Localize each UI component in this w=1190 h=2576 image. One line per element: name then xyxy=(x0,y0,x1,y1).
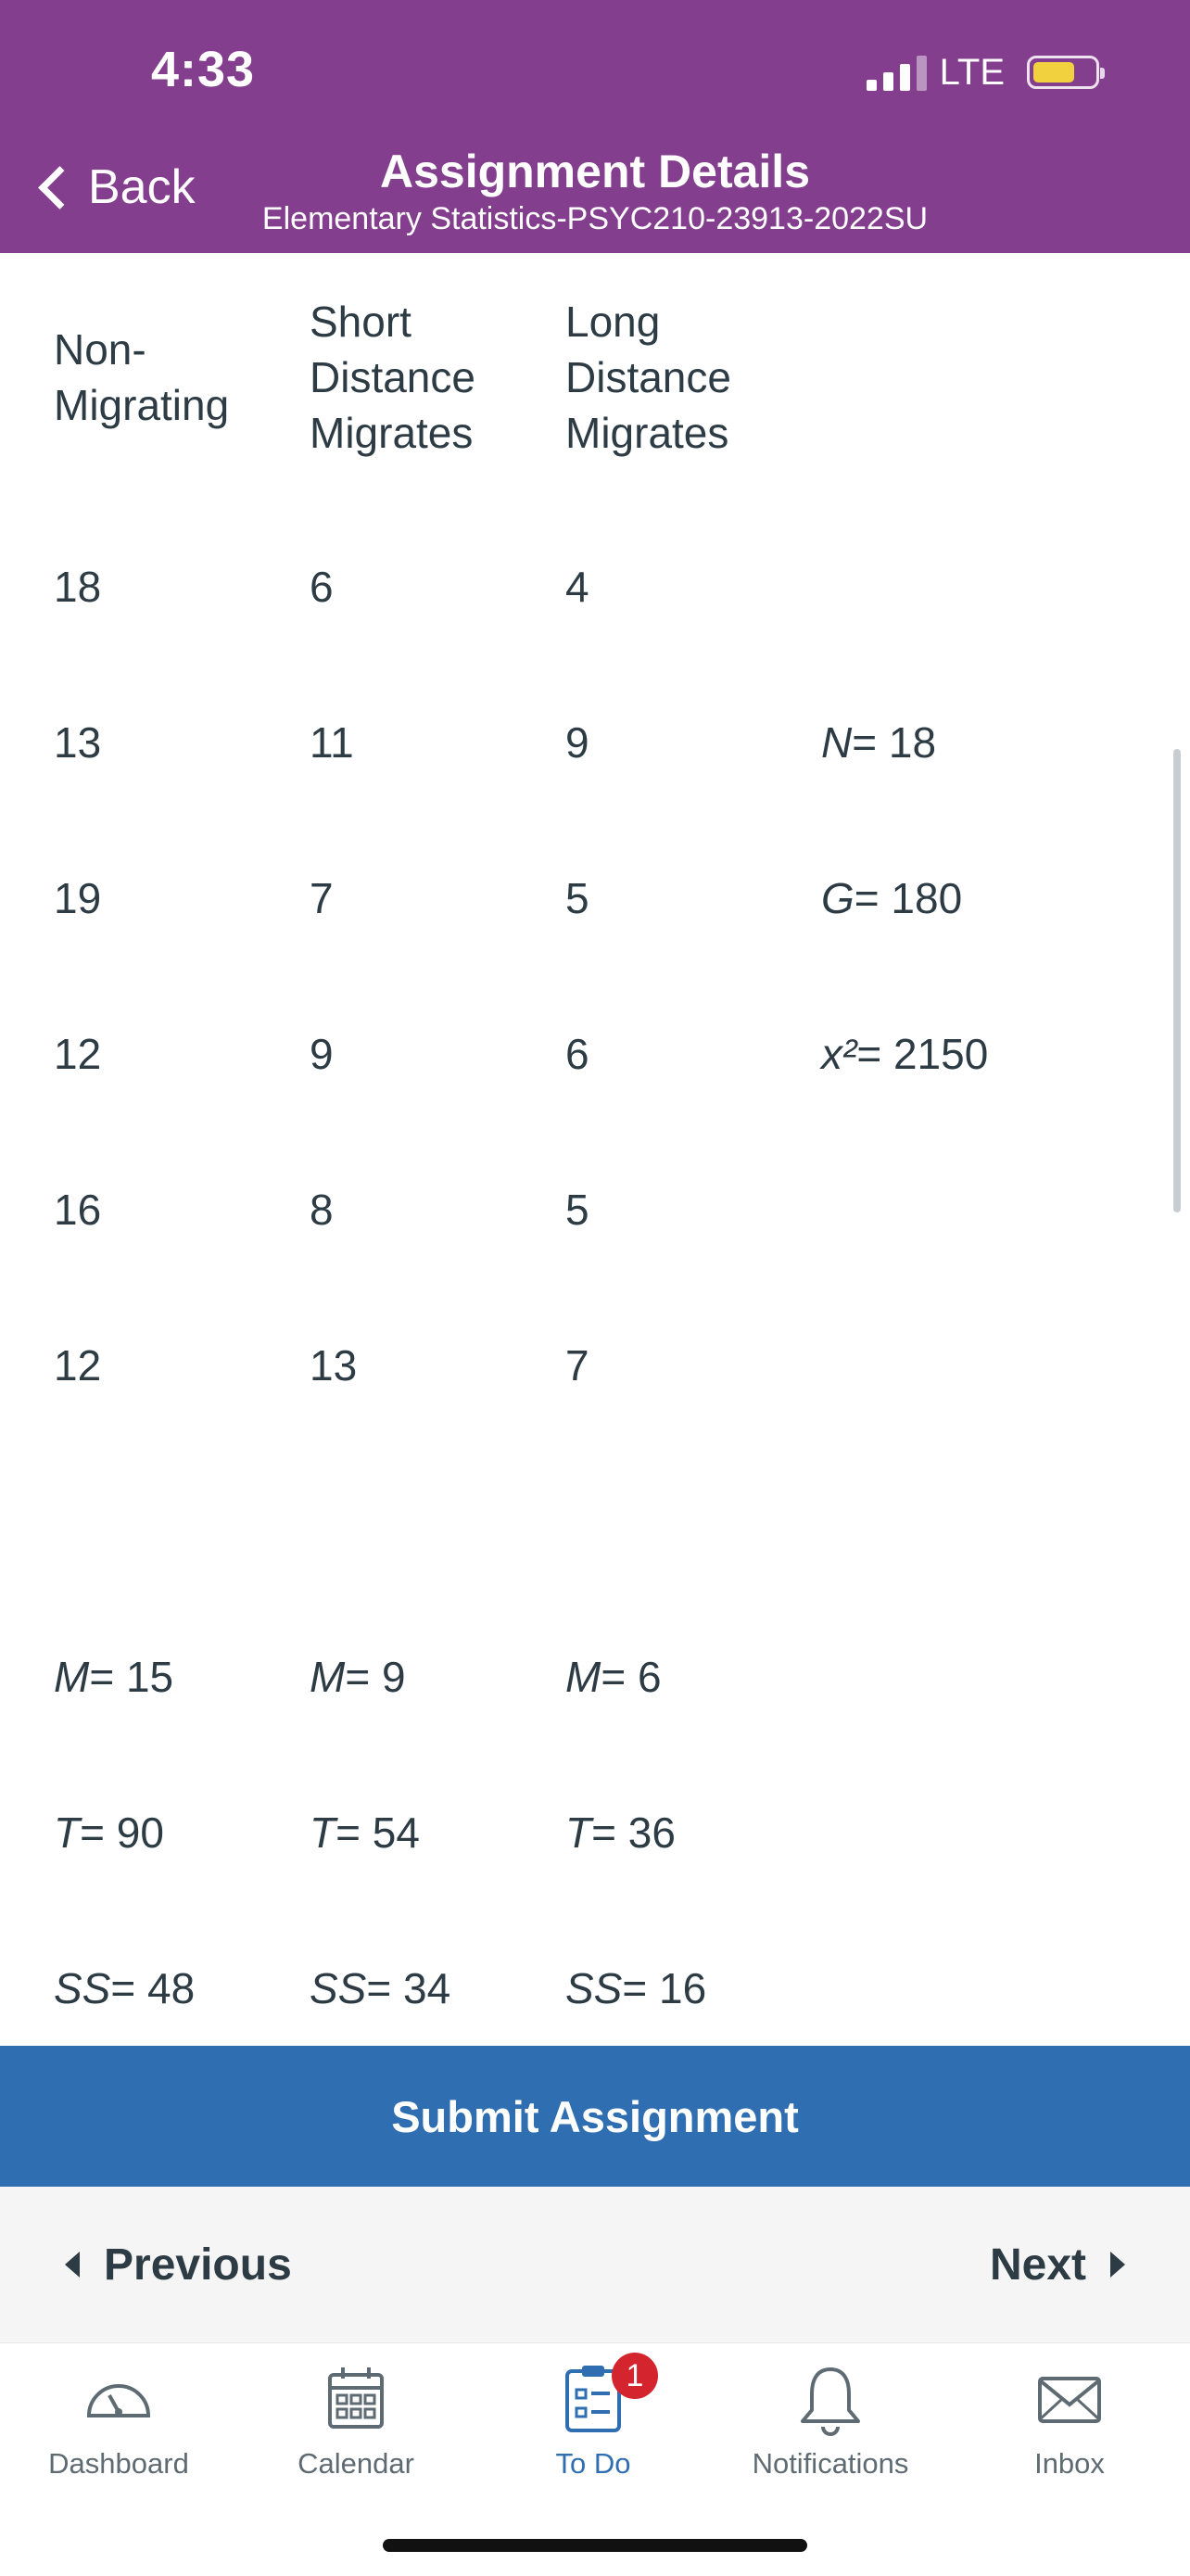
stat-symbol: M xyxy=(565,1653,601,1701)
table-cell: 12 xyxy=(54,1341,102,1390)
tab-label: Calendar xyxy=(298,2447,414,2480)
previous-button[interactable]: Previous xyxy=(65,2187,292,2342)
table-cell: 5 xyxy=(565,1186,589,1234)
stat-symbol: SS xyxy=(54,1964,111,2012)
summary-stat: SS= 16 xyxy=(565,1961,706,2016)
table-cell: 7 xyxy=(565,1341,589,1390)
table-cell: 19 xyxy=(54,874,102,922)
stat-symbol: M xyxy=(310,1653,346,1701)
home-indicator[interactable] xyxy=(383,2539,807,2552)
submit-assignment-button[interactable]: Submit Assignment xyxy=(0,2046,1190,2187)
table-cell: 6 xyxy=(565,1030,589,1078)
stat-value: = 18 xyxy=(852,718,937,767)
table-cell: 6 xyxy=(310,563,334,611)
scrollbar[interactable] xyxy=(1173,749,1181,1212)
previous-label: Previous xyxy=(104,2240,292,2290)
column-header: Short Distance Migrates xyxy=(310,298,475,457)
summary-stat: SS= 48 xyxy=(54,1961,195,2016)
status-time: 4:33 xyxy=(151,42,256,97)
stat-value: = 90 xyxy=(80,1808,164,1857)
course-subtitle: Elementary Statistics-PSYC210-23913-2022… xyxy=(261,201,929,236)
tab-dashboard[interactable]: Dashboard xyxy=(0,2362,237,2501)
table-cell: 13 xyxy=(310,1341,358,1390)
todo-icon: 1 xyxy=(556,2353,658,2436)
stat-symbol: T xyxy=(54,1808,81,1857)
mail-icon xyxy=(1032,2362,1107,2436)
stat-value: = 180 xyxy=(854,874,963,922)
summary-stat: T= 54 xyxy=(310,1805,420,1860)
table-cell: 9 xyxy=(565,718,589,767)
stat-value: = 9 xyxy=(345,1653,406,1701)
caret-left-icon xyxy=(65,2252,80,2278)
stat-value: = 6 xyxy=(601,1653,662,1701)
table-cell: 8 xyxy=(310,1186,334,1234)
tab-label: Notifications xyxy=(752,2447,909,2480)
stat-value: = 16 xyxy=(622,1964,707,2012)
summary-stat: T= 90 xyxy=(54,1805,164,1860)
tab-label: Dashboard xyxy=(48,2447,189,2480)
next-button[interactable]: Next xyxy=(990,2187,1125,2342)
table-cell: 4 xyxy=(565,563,589,611)
nav-header: 4:33 LTE Back Assignment Details Element… xyxy=(0,0,1190,253)
table-cell: 7 xyxy=(310,874,334,922)
tab-calendar[interactable]: Calendar xyxy=(237,2362,475,2501)
table-cell: 16 xyxy=(54,1186,102,1234)
stat-symbol: SS xyxy=(310,1964,367,2012)
next-label: Next xyxy=(989,2240,1086,2290)
stat-value: = 34 xyxy=(366,1964,451,2012)
summary-stat: M= 6 xyxy=(565,1649,662,1705)
side-stat: N= 18 xyxy=(821,715,936,770)
table-cell: 12 xyxy=(54,1030,102,1078)
pager-bar: Previous Next xyxy=(0,2187,1190,2342)
stat-value: = 36 xyxy=(591,1808,676,1857)
tab-label: Inbox xyxy=(1034,2447,1105,2480)
todo-count-badge: 1 xyxy=(612,2353,658,2399)
table-cell: 11 xyxy=(310,718,354,767)
summary-stat: T= 36 xyxy=(565,1805,676,1860)
stat-value: = 15 xyxy=(89,1653,174,1701)
summary-stat: M= 9 xyxy=(310,1649,406,1705)
battery-icon xyxy=(1027,56,1105,89)
stat-symbol: x² xyxy=(821,1030,857,1078)
signal-icon xyxy=(866,54,927,91)
summary-stat: M= 15 xyxy=(54,1649,173,1705)
network-label: LTE xyxy=(939,51,1005,93)
table-cell: 5 xyxy=(565,874,589,922)
assignment-content[interactable]: Non- Migrating Short Distance Migrates Lon… xyxy=(0,253,1190,2046)
column-header: Non- Migrating xyxy=(54,325,230,429)
stat-symbol: M xyxy=(54,1653,90,1701)
dashboard-icon xyxy=(82,2362,156,2436)
table-cell: 13 xyxy=(54,718,102,767)
stat-symbol: T xyxy=(310,1808,336,1857)
stat-value: = 48 xyxy=(110,1964,196,2012)
summary-stat: SS= 34 xyxy=(310,1961,450,2016)
column-header: Long Distance Migrates xyxy=(565,298,731,457)
calendar-icon xyxy=(319,2362,393,2436)
caret-right-icon xyxy=(1110,2252,1125,2278)
table-cell: 18 xyxy=(54,563,102,611)
stat-symbol: SS xyxy=(565,1964,623,2012)
tab-todo[interactable]: 1 To Do xyxy=(475,2353,712,2501)
side-stat: x²= 2150 xyxy=(821,1026,988,1082)
stat-symbol: G xyxy=(821,874,855,922)
stat-value: = 2150 xyxy=(856,1030,989,1078)
bell-icon xyxy=(793,2362,867,2436)
stat-symbol: N xyxy=(821,718,853,767)
stat-value: = 54 xyxy=(335,1808,420,1857)
stat-symbol: T xyxy=(565,1808,592,1857)
tab-notifications[interactable]: Notifications xyxy=(712,2362,949,2501)
tab-inbox[interactable]: Inbox xyxy=(949,2362,1190,2501)
status-indicators: LTE xyxy=(866,46,1105,98)
side-stat: G= 180 xyxy=(821,870,962,926)
tab-label: To Do xyxy=(555,2447,631,2480)
page-title: Assignment Details xyxy=(379,146,810,197)
table-cell: 9 xyxy=(310,1030,334,1078)
